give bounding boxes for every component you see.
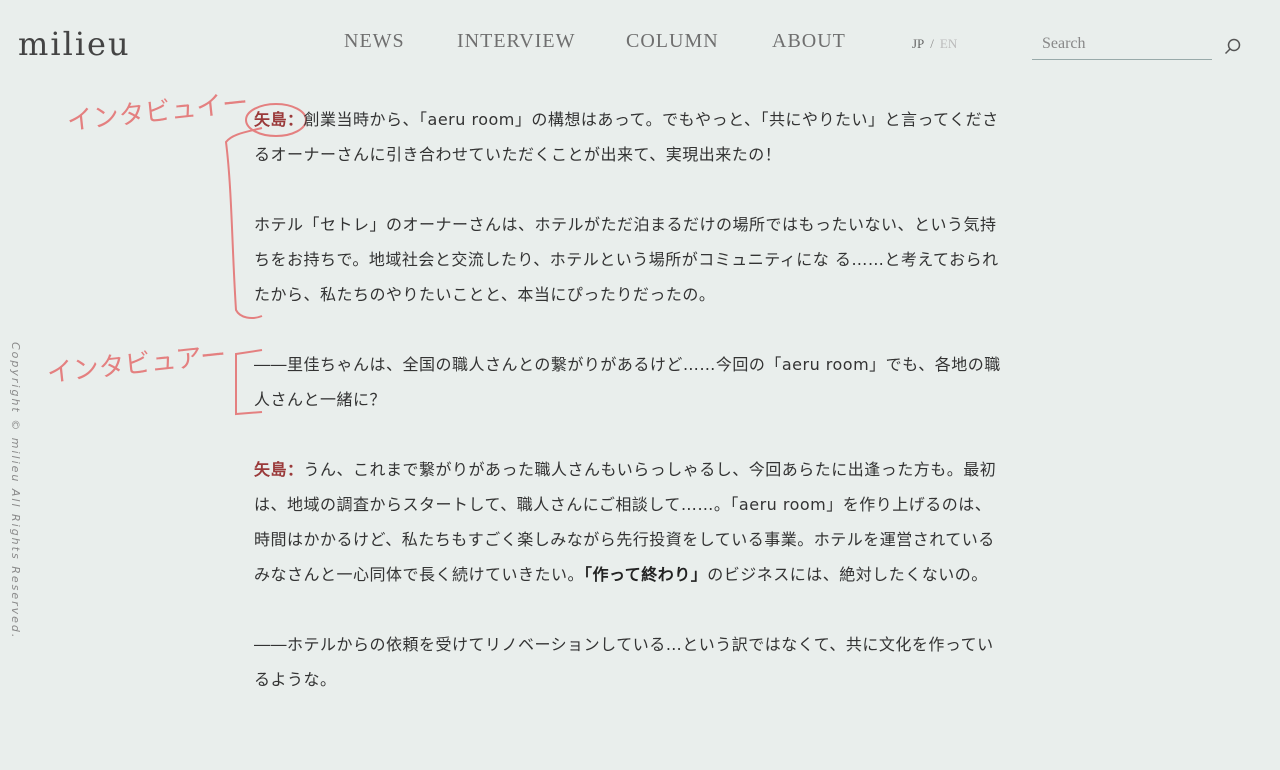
nav-interview[interactable]: INTERVIEW bbox=[457, 30, 575, 53]
paragraph-5: ――ホテルからの依頼を受けてリノベーションしている…という訳ではなくて、共に文化… bbox=[254, 635, 994, 689]
paragraph-1: 矢島：創業当時から、「aeru room」の構想はあって。でもやっと、「共にやり… bbox=[254, 102, 1004, 172]
lang-separator: / bbox=[930, 36, 934, 51]
search-input[interactable] bbox=[1032, 28, 1212, 60]
nav-news[interactable]: NEWS bbox=[344, 30, 405, 53]
paragraph-4: 矢島：うん、これまで繋がりがあった職人さんもいらっしゃるし、今回あらたに出逢った… bbox=[254, 452, 1004, 592]
paragraph-text-tail: のビジネスには、絶対したくないの。 bbox=[707, 565, 988, 584]
language-switch: JP / EN bbox=[912, 36, 957, 52]
nav-column[interactable]: COLUMN bbox=[626, 30, 719, 53]
lang-en[interactable]: EN bbox=[940, 36, 957, 51]
paragraph-text: 創業当時から、「aeru room」の構想はあって。でもやっと、「共にやりたい」… bbox=[254, 110, 999, 164]
annotation-interviewer: インタビュアー bbox=[46, 340, 228, 389]
speaker-label: 矢島： bbox=[254, 110, 304, 129]
lang-jp[interactable]: JP bbox=[912, 36, 924, 51]
annotation-interviewee: インタビュイー bbox=[66, 88, 250, 137]
paragraph-3: ――里佳ちゃんは、全国の職人さんとの繋がりがあるけど……今回の「aeru roo… bbox=[254, 355, 1001, 409]
paragraph-2: ホテル「セトレ」のオーナーさんは、ホテルがただ泊まるだけの場所ではもったいない、… bbox=[254, 215, 999, 304]
emphasis-text: 「作って終わり」 bbox=[584, 565, 708, 584]
search-icon[interactable] bbox=[1224, 38, 1242, 56]
speaker-label: 矢島： bbox=[254, 460, 304, 479]
nav-about[interactable]: ABOUT bbox=[772, 30, 846, 53]
article-body: 矢島：創業当時から、「aeru room」の構想はあって。でもやっと、「共にやり… bbox=[254, 102, 1004, 732]
copyright-text: Copyright © milieu All Rights Reserved. bbox=[9, 342, 22, 640]
